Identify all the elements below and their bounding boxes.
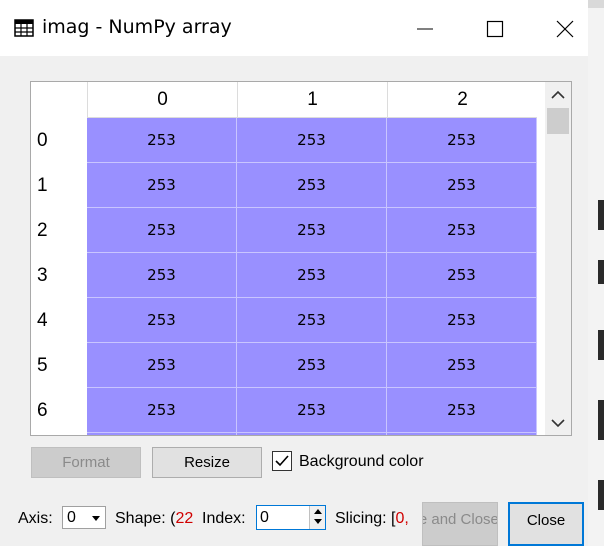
- column-header[interactable]: 0: [87, 82, 237, 118]
- close-button[interactable]: Close: [508, 502, 584, 546]
- checkmark-icon: [275, 455, 289, 467]
- row-header[interactable]: 4: [31, 298, 87, 343]
- axis-select[interactable]: 0: [62, 506, 106, 529]
- row-header[interactable]: 5: [31, 343, 87, 388]
- chevron-up-icon[interactable]: [551, 90, 565, 100]
- slicing-label: Slicing: [0,: [335, 510, 409, 527]
- table-cell[interactable]: 253: [87, 343, 237, 388]
- maximize-icon: [486, 20, 504, 38]
- table-cell[interactable]: 253: [237, 343, 387, 388]
- maximize-button[interactable]: [472, 8, 518, 48]
- spin-down-icon[interactable]: [314, 519, 322, 524]
- table-cell[interactable]: 253: [87, 163, 237, 208]
- table-cell[interactable]: 253: [237, 208, 387, 253]
- table-cell[interactable]: 253: [387, 163, 537, 208]
- array-table[interactable]: 0 1 2 0 253 253 253 1 253 253 253 2 253 …: [30, 81, 572, 436]
- table-cell[interactable]: 253: [387, 388, 537, 433]
- dropdown-arrow-icon: [92, 516, 100, 521]
- row-header[interactable]: 2: [31, 208, 87, 253]
- row-header[interactable]: 0: [31, 118, 87, 163]
- table-cell[interactable]: 253: [237, 388, 387, 433]
- background-color-checkbox[interactable]: [272, 451, 292, 471]
- table-cell-partial[interactable]: [87, 433, 237, 435]
- table-cell[interactable]: 253: [87, 208, 237, 253]
- table-icon: [14, 18, 34, 38]
- background-window-strip: [588, 0, 604, 546]
- close-window-button[interactable]: [542, 8, 588, 48]
- table-cell[interactable]: 253: [387, 253, 537, 298]
- minimize-button[interactable]: [402, 8, 448, 48]
- index-label: Index:: [202, 510, 246, 527]
- table-cell-partial[interactable]: [387, 433, 537, 435]
- scrollbar-thumb[interactable]: [547, 108, 569, 134]
- table-cell[interactable]: 253: [387, 118, 537, 163]
- spin-up-icon[interactable]: [314, 509, 322, 514]
- column-header[interactable]: 2: [387, 82, 537, 118]
- table-cell[interactable]: 253: [237, 253, 387, 298]
- axis-label: Axis:: [18, 510, 53, 527]
- table-corner: [31, 82, 87, 118]
- numpy-array-window: imag - NumPy array 0 1 2 0 253 253 253 1…: [0, 0, 588, 546]
- row-header[interactable]: 6: [31, 388, 87, 433]
- table-cell[interactable]: 253: [87, 253, 237, 298]
- row-header[interactable]: 1: [31, 163, 87, 208]
- vertical-scrollbar[interactable]: [545, 82, 571, 435]
- table-cell[interactable]: 253: [387, 298, 537, 343]
- title-bar: imag - NumPy array: [0, 0, 588, 56]
- row-header[interactable]: 3: [31, 253, 87, 298]
- table-cell[interactable]: 253: [237, 118, 387, 163]
- table-cell[interactable]: 253: [237, 163, 387, 208]
- table-cell[interactable]: 253: [87, 388, 237, 433]
- index-spinbox[interactable]: 0: [256, 505, 326, 530]
- save-and-close-button[interactable]: Save and Close: [422, 502, 498, 546]
- table-cell[interactable]: 253: [387, 208, 537, 253]
- shape-value: 22: [175, 510, 194, 527]
- column-header[interactable]: 1: [237, 82, 387, 118]
- axis-value: 0: [67, 509, 76, 526]
- table-cell[interactable]: 253: [87, 298, 237, 343]
- chevron-down-icon[interactable]: [551, 418, 565, 428]
- background-color-label: Background color: [299, 453, 424, 470]
- close-icon: [556, 20, 574, 38]
- index-value: 0: [260, 509, 269, 526]
- slicing-value: 0,: [395, 510, 409, 527]
- table-cell[interactable]: 253: [87, 118, 237, 163]
- resize-button[interactable]: Resize: [152, 447, 262, 478]
- table-cell[interactable]: 253: [387, 343, 537, 388]
- minimize-icon: [417, 28, 433, 30]
- spin-buttons[interactable]: [309, 506, 325, 529]
- table-cell[interactable]: 253: [237, 298, 387, 343]
- table-cell-partial[interactable]: [237, 433, 387, 435]
- window-title: imag - NumPy array: [42, 16, 232, 38]
- shape-label: Shape: (22: [115, 510, 194, 527]
- format-button[interactable]: Format: [31, 447, 141, 478]
